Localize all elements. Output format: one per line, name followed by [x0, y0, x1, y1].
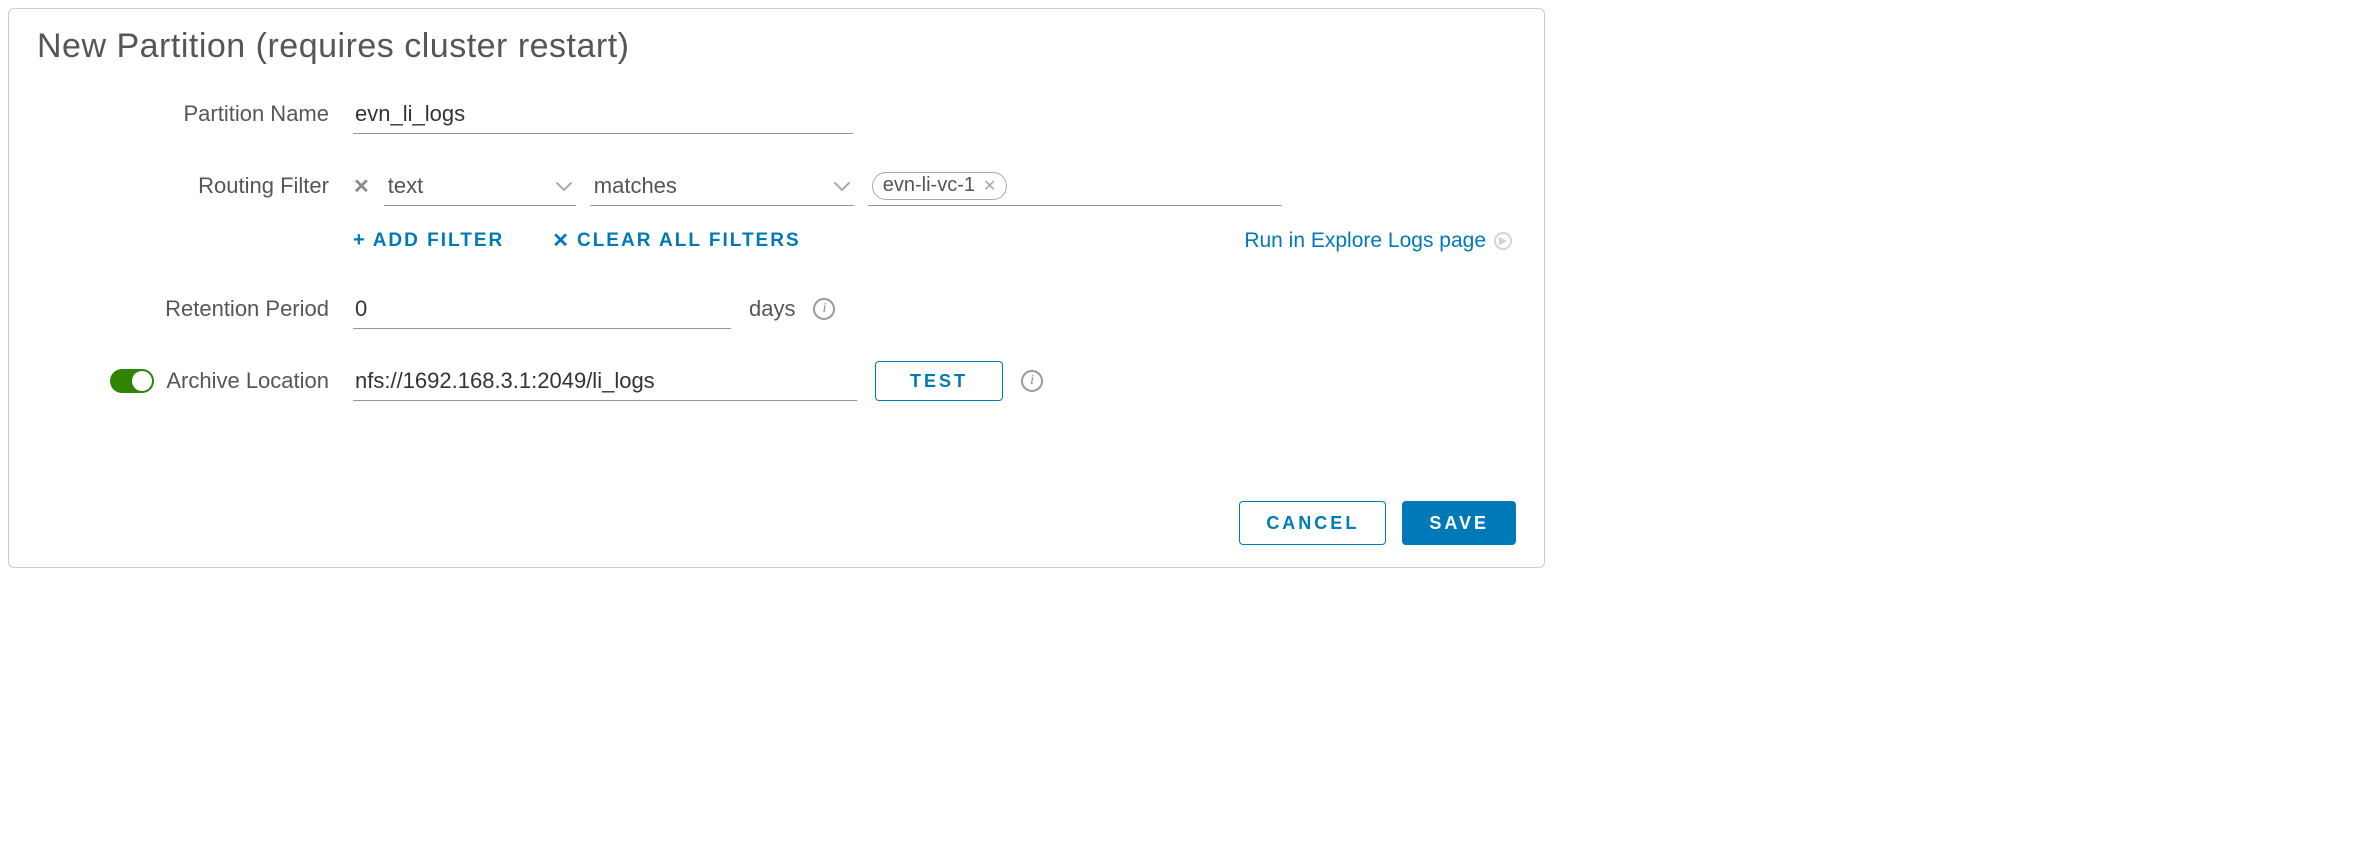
filter-value-input[interactable]: evn-li-vc-1 ✕	[868, 166, 1282, 206]
label-routing-filter: Routing Filter	[37, 173, 353, 199]
filter-chip-label: evn-li-vc-1	[883, 174, 975, 197]
test-button-label: TEST	[910, 371, 968, 391]
row-routing-filter: Routing Filter ✕ text matches	[37, 166, 1516, 206]
info-icon[interactable]: i	[813, 298, 835, 320]
add-filter-button[interactable]: + ADD FILTER	[353, 228, 504, 253]
run-link-label: Run in Explore Logs page	[1244, 229, 1486, 253]
archive-location-input[interactable]	[353, 361, 857, 401]
footer-actions: CANCEL SAVE	[1239, 501, 1516, 545]
panel-title: New Partition (requires cluster restart)	[37, 27, 1516, 66]
filter-field-select[interactable]: text	[384, 166, 576, 206]
label-partition-name: Partition Name	[37, 101, 353, 127]
filter-operator-value: matches	[594, 173, 677, 199]
filter-field-value: text	[388, 173, 423, 199]
filter-chip[interactable]: evn-li-vc-1 ✕	[872, 172, 1008, 200]
chevron-down-icon	[834, 176, 850, 196]
x-icon: ✕	[552, 228, 571, 253]
remove-filter-icon[interactable]: ✕	[353, 174, 370, 199]
toggle-knob	[132, 371, 152, 391]
archive-toggle[interactable]	[110, 369, 154, 393]
retention-unit: days	[749, 296, 795, 322]
test-button[interactable]: TEST	[875, 361, 1003, 401]
save-button-label: SAVE	[1429, 513, 1489, 533]
run-in-explore-link[interactable]: Run in Explore Logs page ▶	[1244, 229, 1512, 253]
row-filter-actions: + ADD FILTER ✕ CLEAR ALL FILTERS Run in …	[37, 228, 1516, 253]
filter-operator-select[interactable]: matches	[590, 166, 854, 206]
partition-name-input[interactable]	[353, 94, 853, 134]
add-filter-label: ADD FILTER	[373, 230, 505, 252]
row-retention-period: Retention Period days i	[37, 289, 1516, 329]
cancel-button[interactable]: CANCEL	[1239, 501, 1386, 545]
label-retention-period: Retention Period	[37, 296, 353, 322]
label-archive-location: Archive Location	[166, 368, 329, 394]
partition-form: Partition Name Routing Filter ✕ text mat…	[37, 94, 1516, 401]
cancel-button-label: CANCEL	[1266, 513, 1359, 533]
clear-filters-label: CLEAR ALL FILTERS	[577, 230, 801, 252]
retention-period-input[interactable]	[353, 289, 731, 329]
arrow-right-circle-icon: ▶	[1494, 232, 1512, 250]
row-partition-name: Partition Name	[37, 94, 1516, 134]
chevron-down-icon	[556, 176, 572, 196]
new-partition-panel: New Partition (requires cluster restart)…	[8, 8, 1545, 568]
plus-icon: +	[353, 229, 367, 252]
clear-filters-button[interactable]: ✕ CLEAR ALL FILTERS	[552, 228, 800, 253]
info-icon[interactable]: i	[1021, 370, 1043, 392]
chip-remove-icon[interactable]: ✕	[983, 176, 996, 196]
save-button[interactable]: SAVE	[1402, 501, 1516, 545]
row-archive-location: Archive Location TEST i	[37, 361, 1516, 401]
